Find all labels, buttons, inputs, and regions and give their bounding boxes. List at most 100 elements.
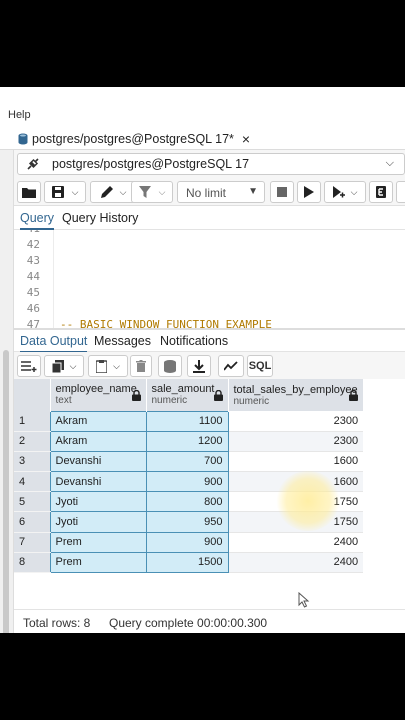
graph-button[interactable] [218,355,244,377]
explain-icon [332,186,345,198]
download-icon [193,359,205,373]
cell-sale-amount[interactable]: 800 [145,491,229,513]
cell-employee-name[interactable]: Devanshi [49,471,147,493]
delete-button[interactable] [130,355,152,377]
table-row[interactable]: 7 Prem 900 2400 [14,531,364,553]
sql-comment-line: -- BASIC WINDOW FUNCTION EXAMPLE [60,318,272,328]
row-number[interactable]: 8 [14,552,50,574]
table-row[interactable]: 4 Devanshi 900 1600 [14,471,364,493]
close-icon[interactable]: × [242,131,250,147]
cell-sale-amount[interactable]: 900 [145,531,229,553]
delete-icon [136,360,146,372]
cell-sale-amount[interactable]: 700 [145,450,229,473]
cell-employee-name[interactable]: Jyoti [49,511,147,533]
row-number[interactable]: 7 [14,532,50,553]
sql-editor[interactable]: 41 42 43 44 45 46 47 -- BASIC WINDOW FUN… [14,230,405,328]
table-row[interactable]: 2 Akram 1200 2300 [14,430,364,452]
column-type: text [55,395,72,407]
connection-select[interactable]: postgres/postgres@PostgreSQL 17 ⌵ [17,153,405,175]
save-data-button[interactable] [158,355,182,377]
line-number: 46 [26,302,40,315]
cell-sale-amount[interactable]: 1100 [145,410,229,432]
cell-sale-amount[interactable]: 1200 [145,430,229,452]
cell-sale-amount[interactable]: 1500 [145,551,229,574]
line-number: 41 [14,230,40,235]
play-icon [304,186,314,198]
data-output-grid: employee_name text sale_amount numeric t… [14,379,405,609]
table-row[interactable]: 1 Akram 1100 2300 [14,410,364,432]
output-tabs: Data Output Messages Notifications [14,330,405,353]
save-file-button[interactable]: ⌵ [44,181,86,203]
cell-total-sales[interactable]: 1600 [228,471,364,493]
cell-employee-name[interactable]: Jyoti [49,491,147,513]
chevron-down-icon[interactable]: ⌵ [386,157,394,170]
explain-button[interactable]: ⌵ [324,181,366,203]
cell-employee-name[interactable]: Devanshi [49,450,147,473]
copy-button[interactable]: ⌵ [44,355,84,377]
cell-employee-name[interactable]: Akram [49,430,147,452]
stop-button[interactable] [270,181,294,203]
cell-employee-name[interactable]: Akram [49,410,147,432]
query-tabs: Query Query History [14,206,405,230]
cell-total-sales[interactable]: 2400 [228,552,364,574]
sql-button[interactable]: SQL [247,355,273,377]
add-row-button[interactable] [17,355,41,377]
row-number[interactable]: 2 [14,431,50,452]
column-name: total_sales_by_employee [233,383,358,396]
row-number-header [14,379,51,411]
table-row[interactable]: 5 Jyoti 800 1750 [14,491,364,513]
connection-value: postgres/postgres@PostgreSQL 17 [52,157,250,171]
cell-total-sales[interactable]: 2300 [228,431,364,452]
cell-total-sales[interactable]: 2300 [228,411,364,432]
filter-icon [138,186,151,198]
lock-icon [131,390,141,401]
line-gutter: 41 42 43 44 45 46 47 [14,230,54,328]
more-toolbar-button[interactable] [396,181,405,203]
column-header-employee-name[interactable]: employee_name text [50,379,147,411]
line-number: 44 [26,270,40,283]
save-data-icon [164,359,176,373]
cell-total-sales[interactable]: 1750 [228,491,364,513]
row-number[interactable]: 5 [14,491,50,513]
editor-tabbar: postgres/postgres@PostgreSQL 17* × [0,128,405,150]
tab-data-output[interactable]: Data Output [20,334,88,353]
tab-query[interactable]: Query [20,211,55,230]
cell-total-sales[interactable]: 1750 [228,511,364,533]
tab-messages[interactable]: Messages [94,334,151,348]
column-header-sale-amount[interactable]: sale_amount numeric [146,379,229,411]
edit-button[interactable]: ⌵ [90,181,136,203]
lock-icon [213,390,223,401]
table-row[interactable]: 3 Devanshi 700 1600 [14,450,364,473]
filter-button[interactable]: ⌵ [131,181,173,203]
column-type: numeric [151,395,188,407]
copy-icon [51,359,64,373]
stop-icon [277,187,287,197]
paste-button[interactable]: ⌵ [88,355,128,377]
total-rows-text: Total rows: 8 [23,616,91,630]
row-number[interactable]: 3 [14,451,50,473]
explain-analyze-button[interactable] [369,181,393,203]
cell-sale-amount[interactable]: 950 [145,511,229,533]
cell-sale-amount[interactable]: 900 [145,471,229,493]
plug-icon [27,158,39,170]
chevron-down-icon: ⌵ [158,186,166,197]
query-tool-tab[interactable]: postgres/postgres@PostgreSQL 17* × [18,128,250,150]
row-number[interactable]: 1 [14,411,50,432]
row-number[interactable]: 6 [14,511,50,533]
vertical-scrollbar[interactable] [3,350,9,633]
tab-query-history[interactable]: Query History [62,211,138,225]
open-file-button[interactable] [17,181,41,203]
column-header-total-sales[interactable]: total_sales_by_employee numeric [228,379,364,411]
cell-total-sales[interactable]: 2400 [228,532,364,553]
download-button[interactable] [187,355,211,377]
table-row[interactable]: 6 Jyoti 950 1750 [14,511,364,533]
cell-total-sales[interactable]: 1600 [228,451,364,473]
menu-help[interactable]: Help [8,109,31,121]
table-row[interactable]: 8 Prem 1500 2400 [14,551,364,574]
row-limit-select[interactable]: No limit ▼ [177,181,265,203]
execute-button[interactable] [297,181,321,203]
row-number[interactable]: 4 [14,471,50,493]
cell-employee-name[interactable]: Prem [49,531,147,553]
cell-employee-name[interactable]: Prem [49,551,147,574]
tab-notifications[interactable]: Notifications [160,334,228,348]
